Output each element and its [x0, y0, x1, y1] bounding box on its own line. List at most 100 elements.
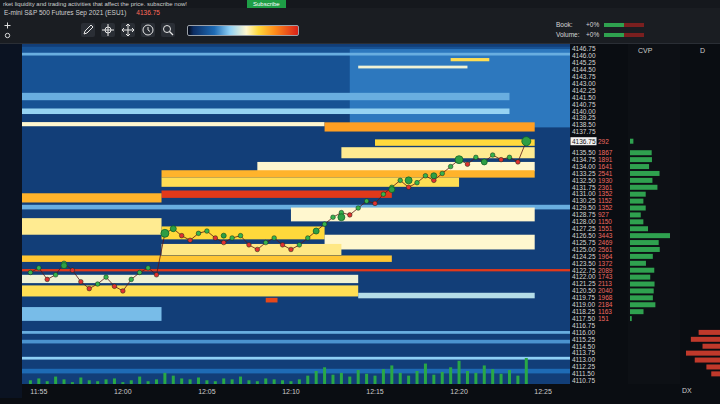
- profile-bar: [630, 295, 653, 300]
- delta-bar: [699, 330, 720, 335]
- time-label: 12:15: [366, 388, 384, 395]
- heatmap-band: [22, 275, 358, 283]
- profile-bar: [630, 185, 657, 190]
- heatmap-band: [22, 93, 509, 100]
- meter-track[interactable]: [604, 23, 644, 27]
- dx-panel: D: [680, 44, 720, 384]
- trade-dot: [45, 277, 50, 282]
- heatmap-band: [266, 298, 278, 303]
- volume-bar: [390, 365, 393, 384]
- price-line: [30, 141, 526, 291]
- volume-bar: [516, 376, 519, 384]
- heatmap-band: [358, 66, 467, 69]
- heatmap-band: [22, 53, 570, 56]
- mini-tools: [3, 22, 15, 39]
- heatmap-band: [22, 108, 509, 114]
- add-icon[interactable]: [3, 22, 12, 29]
- pencil-icon[interactable]: [81, 23, 95, 37]
- crosshair-icon[interactable]: [101, 23, 115, 37]
- trade-bubble: [161, 229, 169, 237]
- heatmap-band: [358, 293, 535, 299]
- heatmap-contrast-slider[interactable]: [187, 25, 299, 36]
- trade-dot: [314, 229, 319, 234]
- volume-bar: [500, 374, 503, 384]
- meter-label: Book:: [556, 21, 582, 29]
- profile-bar: [630, 199, 643, 204]
- volume-bar: [382, 369, 385, 384]
- trade-dot: [423, 173, 428, 178]
- price-axis: 4146.754146.004145.254144.504143.754143.…: [570, 44, 628, 384]
- meter-label: Volume:: [556, 31, 582, 39]
- volume-bar: [239, 377, 242, 384]
- dx-footer-area: DX: [570, 384, 720, 398]
- profile-bar: [630, 157, 652, 162]
- subscribe-button[interactable]: Subscribe: [247, 0, 286, 8]
- volume-bar: [54, 377, 57, 384]
- profile-bar: [630, 150, 652, 155]
- volume-bar: [357, 370, 360, 384]
- heatmap-band: [451, 58, 490, 61]
- settings-icon[interactable]: [3, 32, 12, 39]
- meter-reading: +0%: [586, 31, 600, 39]
- trade-dot: [406, 185, 411, 190]
- profile-bar: [630, 192, 646, 197]
- price-label: 4110.75: [572, 377, 595, 384]
- heatmap-band: [22, 369, 570, 374]
- profile-bar: [630, 219, 643, 224]
- meter-reading: +0%: [586, 21, 600, 29]
- left-gutter: [0, 44, 22, 384]
- trade-dot: [171, 226, 176, 231]
- meters: Book: +0% Volume: +0%: [556, 21, 644, 39]
- trade-dot: [28, 270, 33, 275]
- trade-dot: [440, 171, 445, 176]
- trade-dot: [221, 240, 226, 245]
- profile-bar: [630, 261, 646, 266]
- trade-bubble: [455, 156, 463, 164]
- trade-dot: [137, 270, 142, 275]
- instrument-name: E-mini S&P 500 Futures Sep 2021 (ESU1): [4, 8, 126, 17]
- time-label: 12:25: [534, 388, 552, 395]
- trade-bubble: [431, 173, 437, 179]
- volume-bar: [340, 373, 343, 384]
- volume-bar: [163, 373, 166, 384]
- profile-bar: [630, 268, 654, 273]
- delta-bar: [703, 344, 720, 349]
- clock-icon[interactable]: [141, 23, 155, 37]
- move-icon[interactable]: [121, 23, 135, 37]
- meter-fill: [604, 33, 624, 37]
- trade-dot: [146, 266, 151, 271]
- dx-footer: DX: [682, 386, 692, 396]
- trade-dot: [70, 268, 75, 273]
- trade-dot: [196, 231, 201, 236]
- banner-text: rket liquidity and trading activities th…: [3, 0, 187, 8]
- time-label: 12:05: [198, 388, 216, 395]
- meter-track[interactable]: [604, 33, 644, 37]
- heatmap-chart[interactable]: [22, 44, 570, 384]
- trade-dot: [95, 282, 100, 287]
- trade-dot: [331, 215, 336, 220]
- trade-dot: [305, 236, 310, 241]
- trade-bubble: [405, 177, 412, 184]
- time-label: 12:10: [282, 388, 300, 395]
- profile-bar: [630, 139, 633, 144]
- trade-dot: [490, 153, 495, 158]
- trade-dot: [230, 236, 235, 241]
- volume-bar: [315, 371, 318, 384]
- delta-bar: [695, 358, 720, 363]
- heatmap-band: [22, 307, 162, 321]
- trade-dot: [507, 155, 512, 160]
- heatmap-band: [162, 244, 342, 255]
- time-label: 11:55: [30, 388, 47, 395]
- trade-dot: [188, 238, 193, 243]
- price-label: 4136.75292: [571, 137, 610, 145]
- meter-row: Book: +0%: [556, 21, 644, 29]
- trade-dot: [247, 243, 252, 248]
- zoom-icon[interactable]: [161, 23, 175, 37]
- heatmap-band: [257, 162, 534, 171]
- current-price-box: [571, 137, 597, 145]
- trade-dot: [415, 180, 420, 185]
- profile-bar: [630, 254, 653, 259]
- trade-dot: [289, 247, 294, 252]
- volume-bar: [508, 370, 511, 384]
- volume-bar: [474, 373, 477, 384]
